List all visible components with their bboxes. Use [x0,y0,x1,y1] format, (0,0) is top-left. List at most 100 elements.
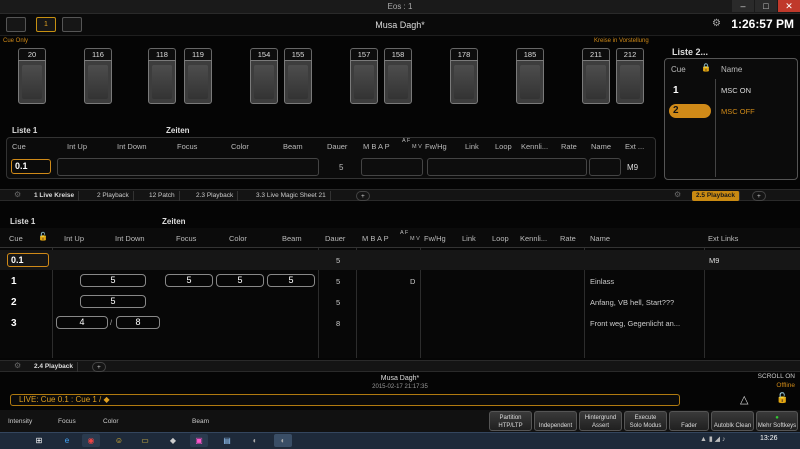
channel-fader-116[interactable]: 116 [84,48,112,104]
tray-icons[interactable]: ▲ ▮ ◢ ♪ [700,435,726,443]
channel-fader-185[interactable]: 185 [516,48,544,104]
pb-h-af: A F [400,230,409,236]
popup-name-2[interactable]: MSC OFF [721,107,755,116]
close-button[interactable]: ✕ [778,0,800,12]
pb-h-color: Color [229,234,247,243]
tabbar-gear-icon[interactable]: ⚙ [14,190,21,199]
pb-ext-0: M9 [709,256,720,265]
layout-icon[interactable] [62,17,82,32]
channel-number: 119 [184,48,212,60]
softkey-beam[interactable]: Beam [192,418,209,425]
unlock-icon[interactable]: 🔓 [38,232,48,241]
tab-add-right-button[interactable]: + [752,191,766,201]
popup-name-1[interactable]: MSC ON [721,86,751,95]
pb-dauer-3: 8 [336,319,341,328]
live-cue-sheet: Cue Int Up Int Down Focus Color Beam Dau… [6,137,656,179]
tab-live-kreise[interactable]: 1 Live Kreise [30,191,80,201]
warning-icon[interactable]: △ [740,393,748,406]
app-icon[interactable]: ☺ [110,434,128,447]
app2-icon[interactable]: ◆ [164,434,182,447]
pb-intdown-3[interactable]: 8 [116,316,160,329]
pb-color-1[interactable]: 5 [216,274,264,287]
softkey-more-l2: Mehr Softkeys [757,423,797,429]
softkey-assert-l2: Assert [591,423,609,429]
display-icon[interactable] [6,17,26,32]
pb-h-intdown: Int Down [115,234,145,243]
channel-fader-158[interactable]: 158 [384,48,412,104]
pb-cue-0[interactable]: 0.1 [7,253,49,267]
pb-cue-2[interactable]: 2 [11,297,17,308]
tab-patch[interactable]: 12 Patch [145,191,180,201]
pb-name-2[interactable]: Anfang, VB hell, Start??? [590,298,700,307]
tab-playback-2-5[interactable]: 2.5 Playback [692,191,741,201]
popup-title: Liste 2... [672,47,709,57]
popup-h-name: Name [721,65,743,74]
channel-fader-119[interactable]: 119 [184,48,212,104]
pb-h-loop: Loop [492,234,509,243]
channel-level-body [284,60,312,104]
softkey-color[interactable]: Color [103,418,119,425]
tab-playback-2-4[interactable]: 2.4 Playback [30,362,79,372]
command-line[interactable]: LIVE: Cue 0.1 : Cue 1 / ◆ [10,394,680,406]
tab-bar-bottom: ⚙ 2.4 Playback + [0,360,800,372]
live-h-focus: Focus [177,142,198,151]
pb-h-mv: M V [410,236,420,242]
channel-fader-178[interactable]: 178 [450,48,478,104]
channel-fader-154[interactable]: 154 [250,48,278,104]
softkey-intensity[interactable]: Intensity [8,418,32,425]
pb-name-1[interactable]: Einlass [590,277,700,286]
ie-icon[interactable]: e [58,434,76,447]
channel-fader-155[interactable]: 155 [284,48,312,104]
channel-fader-211[interactable]: 211 [582,48,610,104]
softkey-partition[interactable]: Partition HTP/LTP [489,411,532,431]
softkey-more[interactable]: ● Mehr Softkeys [756,411,798,431]
start-icon[interactable]: ⊞ [30,434,48,447]
app4-icon[interactable]: ▤ [218,434,236,447]
softkey-solo[interactable]: Execute Solo Modus [624,411,667,431]
settings-icon[interactable]: ⚙ [712,18,721,29]
live-current-cue[interactable]: 0.1 [11,159,51,174]
pb-name-3[interactable]: Front weg, Gegenlicht an... [590,319,702,328]
channel-fader-20[interactable]: 20 [18,48,46,104]
live-h-rate: Rate [561,142,577,151]
app3-icon[interactable]: ▣ [190,434,208,447]
channel-level-body [616,60,644,104]
eos-active-icon[interactable]: ◐ [274,434,292,447]
tabbar-right-gear-icon[interactable]: ⚙ [674,190,681,199]
pb-cue-3[interactable]: 3 [11,318,17,329]
cue-only-label: Cue Only [3,38,29,44]
softkey-independent[interactable]: Independent [534,411,577,431]
table-row[interactable] [0,250,800,270]
channel-fader-157[interactable]: 157 [350,48,378,104]
tab-playback-2-3[interactable]: 2.3 Playback [192,191,239,201]
eos-icon[interactable]: ◐ [246,434,264,447]
live-ext-value: M9 [627,163,639,172]
tab-magic-sheet[interactable]: 3.3 Live Magic Sheet 21 [252,191,331,201]
softkey-focus[interactable]: Focus [58,418,76,425]
tab-playback[interactable]: 2 Playback [93,191,134,201]
workspace-1-button[interactable]: 1 [36,17,56,32]
softkey-fader[interactable]: Fader [669,411,709,431]
pb-intup-1[interactable]: 5 [80,274,146,287]
chrome-icon[interactable]: ◉ [82,434,100,447]
softkey-autoblk[interactable]: Autoblk Clean [711,411,754,431]
pb-intup-3[interactable]: 4 [56,316,108,329]
unlock-status-icon[interactable]: 🔓 [776,393,788,404]
live-h-mv: M V [412,144,422,150]
pb-cue-1[interactable]: 1 [11,276,17,287]
channel-fader-212[interactable]: 212 [616,48,644,104]
minimize-button[interactable]: – [732,0,754,12]
folder-icon[interactable]: ▭ [136,434,154,447]
popup-h-cue: Cue [671,65,686,74]
tab-add-button[interactable]: + [356,191,370,201]
softkey-assert[interactable]: Hintergrund Assert [579,411,622,431]
tab-add-bottom-button[interactable]: + [92,362,106,372]
maximize-button[interactable]: □ [755,0,777,12]
pb-focus-1[interactable]: 5 [165,274,213,287]
popup-cue-2[interactable]: 2 [669,104,711,118]
popup-cue-1[interactable]: 1 [673,85,679,96]
pb-beam-1[interactable]: 5 [267,274,315,287]
bottom-tabbar-gear-icon[interactable]: ⚙ [14,361,21,370]
pb-intup-2[interactable]: 5 [80,295,146,308]
channel-fader-118[interactable]: 118 [148,48,176,104]
